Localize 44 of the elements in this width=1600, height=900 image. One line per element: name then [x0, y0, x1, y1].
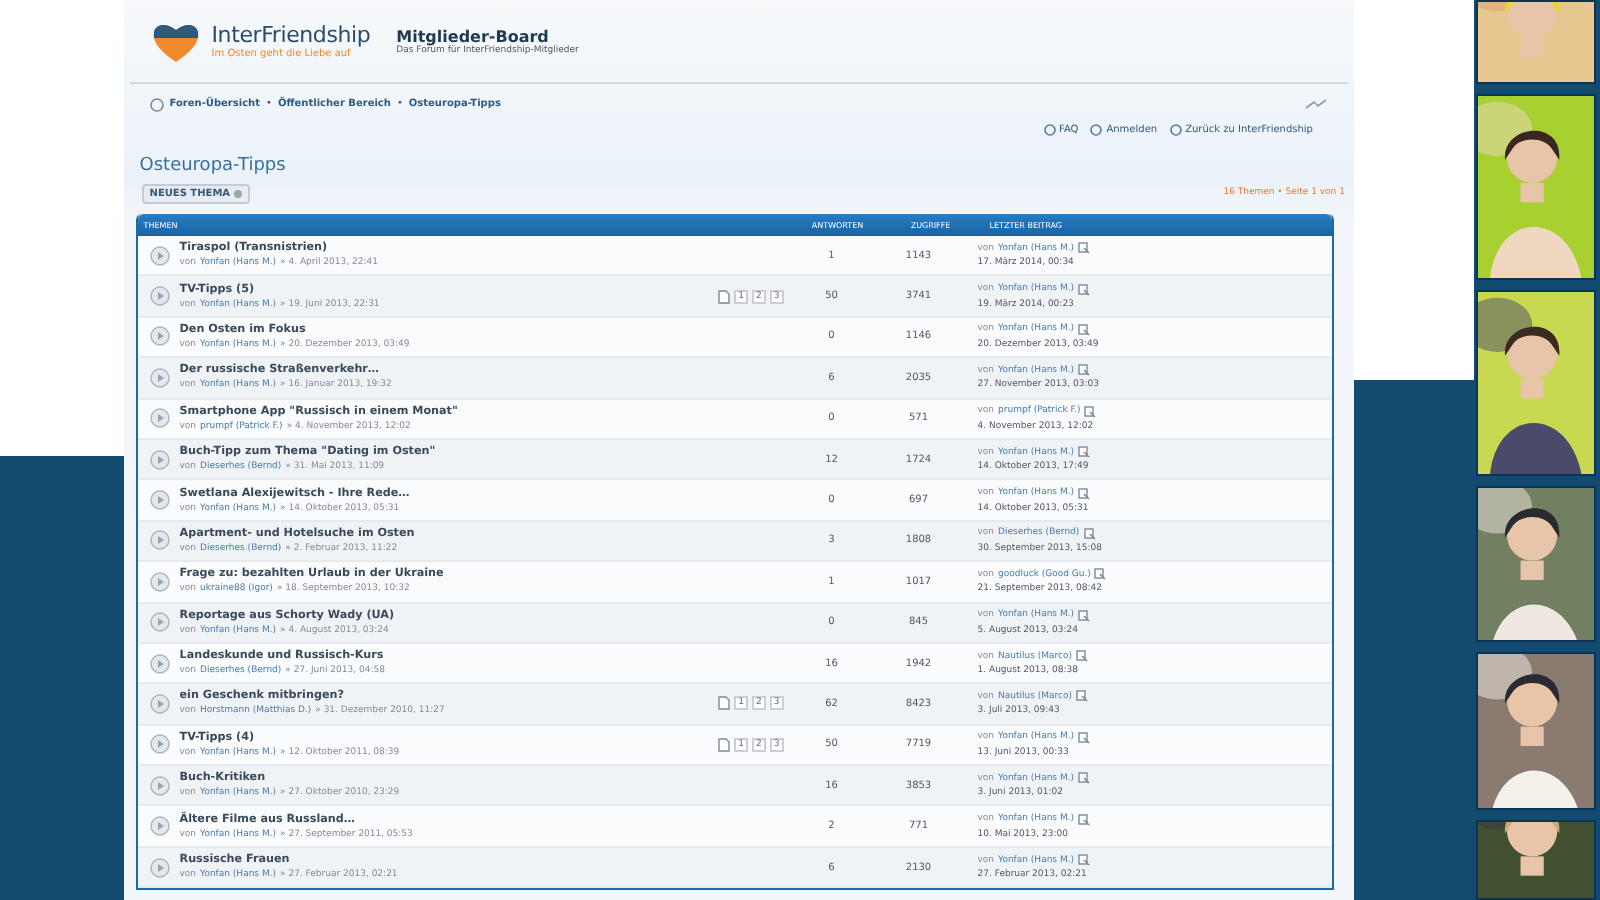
view-post-icon — [1078, 813, 1091, 826]
circle-icon — [1090, 124, 1103, 136]
view-post-icon — [1083, 527, 1096, 540]
page-icon — [718, 737, 731, 752]
view-post-icon — [1078, 487, 1091, 500]
circle-icon — [1043, 124, 1056, 136]
topic-status-icon — [149, 816, 170, 837]
topic-status-icon — [149, 530, 170, 551]
topic-status-icon — [149, 734, 170, 755]
topic-status-icon — [149, 449, 170, 470]
topic-status-icon — [149, 408, 170, 429]
view-post-icon — [1078, 446, 1091, 459]
view-post-icon — [1078, 323, 1091, 336]
topic-status-icon — [149, 693, 170, 714]
view-post-icon — [1078, 731, 1091, 744]
topic-status-icon — [149, 612, 170, 633]
view-post-icon — [1078, 364, 1091, 377]
topic-status-icon — [149, 245, 170, 266]
view-post-icon — [1078, 609, 1091, 622]
page-icon — [718, 696, 731, 711]
view-post-icon — [1076, 690, 1089, 703]
view-post-icon — [1076, 650, 1089, 663]
topic-status-icon — [149, 286, 170, 307]
topic-status-icon — [149, 857, 170, 878]
view-post-icon — [1078, 854, 1091, 867]
circle-icon — [1169, 124, 1182, 136]
topic-status-icon — [149, 367, 170, 388]
forum-title: Osteuropa-Tipps — [137, 154, 288, 180]
view-post-icon — [1094, 568, 1107, 581]
heart-logo-icon — [149, 19, 202, 63]
topic-status-icon — [149, 653, 170, 674]
topic-status-icon — [149, 571, 170, 592]
resize-icon — [1304, 98, 1329, 110]
brand-name: InterFriendship — [211, 22, 371, 48]
view-post-icon — [1084, 405, 1097, 418]
board-title: Mitglieder-Board — [396, 27, 549, 45]
view-post-icon — [1078, 283, 1091, 296]
topic-status-icon — [149, 490, 170, 511]
home-icon — [149, 97, 164, 111]
page-icon — [718, 289, 731, 304]
view-post-icon — [1078, 242, 1091, 255]
view-post-icon — [1078, 772, 1091, 785]
topic-status-icon — [149, 326, 170, 347]
topic-status-icon — [149, 775, 170, 796]
